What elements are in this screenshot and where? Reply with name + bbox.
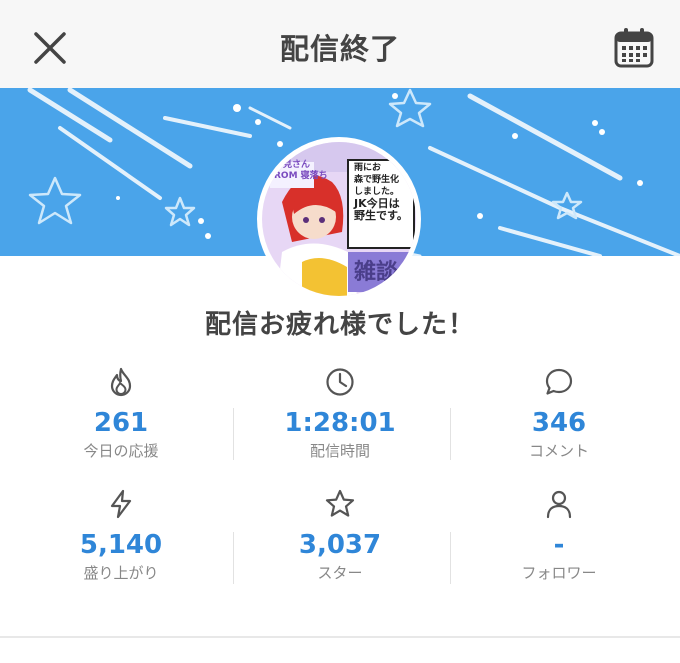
thumb-text-1: 初見さん	[274, 160, 311, 170]
stream-thumbnail: 初見さん ROM 寝落ち 雨にお 森で野生化 しました。 JK今日は 野生です。…	[257, 137, 421, 301]
stat-stars: 3,037 スター	[227, 488, 453, 582]
page-title: 配信終了	[279, 32, 400, 66]
stat-value: 1:28:01	[284, 408, 396, 438]
stat-label: フォロワー	[521, 564, 597, 582]
stat-value: 5,140	[79, 530, 163, 560]
thumb-text-7: 野生です。	[354, 209, 408, 222]
thumb-text-3: 雨にお	[354, 163, 382, 173]
calendar-icon[interactable]	[612, 26, 656, 70]
thumb-text-2: ROM 寝落ち	[274, 171, 328, 181]
lightning-icon	[110, 489, 132, 519]
bottom-divider	[0, 636, 680, 638]
person-icon	[546, 490, 572, 519]
stat-value: 3,037	[298, 530, 382, 560]
column-divider	[233, 532, 234, 584]
comment-icon	[545, 368, 573, 395]
star-icon	[325, 489, 355, 517]
clock-icon	[326, 368, 354, 396]
stat-value: -	[553, 530, 565, 560]
column-divider	[450, 532, 451, 584]
stat-value: 346	[531, 408, 587, 438]
column-divider	[450, 408, 451, 460]
thumb-text-4: 森で野生化	[354, 175, 400, 185]
thanks-message: 配信お疲れ様でした！	[204, 310, 475, 340]
flame-icon	[110, 367, 132, 397]
stat-label: スター	[317, 564, 363, 582]
stat-support: 261 今日の応援	[8, 366, 234, 460]
column-divider	[233, 408, 234, 460]
stats-grid: 261 今日の応援 1:28:01 配信時間 346 コメント 5,140 盛り…	[0, 360, 680, 600]
stat-label: 配信時間	[309, 442, 370, 460]
stat-label: コメント	[528, 442, 589, 460]
stat-label: 今日の応援	[83, 442, 159, 460]
thumb-text-8: 雑談	[354, 260, 399, 285]
stat-value: 261	[93, 408, 149, 438]
stat-comments: 346 コメント	[446, 366, 672, 460]
stat-excitement: 5,140 盛り上がり	[8, 488, 234, 582]
app-header: 配信終了	[0, 0, 680, 88]
stat-label: 盛り上がり	[83, 564, 159, 582]
stat-followers: - フォロワー	[446, 488, 672, 582]
stat-duration: 1:28:01 配信時間	[227, 366, 453, 460]
